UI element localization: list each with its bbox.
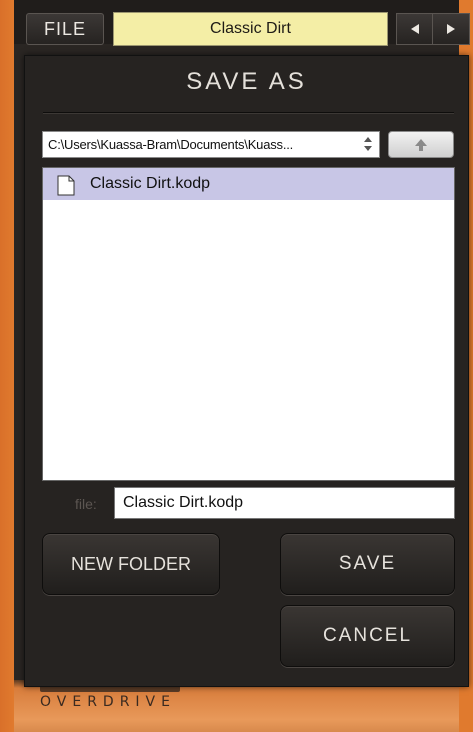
file-menu-button[interactable]: FILE: [26, 13, 104, 45]
title-divider-highlight: [43, 113, 454, 114]
next-preset-button[interactable]: [433, 13, 470, 45]
preset-navigation: [396, 13, 473, 45]
preset-name-display[interactable]: Classic Dirt: [113, 12, 388, 46]
previous-preset-button[interactable]: [396, 13, 433, 45]
file-name-input[interactable]: [114, 487, 455, 519]
file-list[interactable]: Classic Dirt.kodp: [42, 167, 455, 481]
path-value: C:\Users\Kuassa-Bram\Documents\Kuass...: [48, 137, 294, 152]
brand-subtitle: OVERDRIVE: [40, 694, 176, 710]
parent-folder-button[interactable]: [388, 131, 454, 158]
up-down-chevron-icon: [363, 136, 373, 153]
file-name: Classic Dirt.kodp: [90, 175, 211, 192]
file-name-label: file:: [75, 496, 97, 512]
triangle-right-icon: [447, 24, 455, 34]
arrow-up-icon: [415, 138, 427, 151]
save-button[interactable]: SAVE: [280, 533, 455, 595]
save-as-dialog: SAVE AS C:\Users\Kuassa-Bram\Documents\K…: [24, 55, 469, 687]
document-icon: [57, 175, 75, 196]
path-dropdown[interactable]: C:\Users\Kuassa-Bram\Documents\Kuass...: [42, 131, 380, 158]
triangle-left-icon: [410, 24, 419, 34]
dialog-title: SAVE AS: [186, 68, 307, 95]
cancel-button[interactable]: CANCEL: [280, 605, 455, 667]
list-item[interactable]: Classic Dirt.kodp: [43, 168, 454, 200]
new-folder-button[interactable]: NEW FOLDER: [42, 533, 220, 595]
